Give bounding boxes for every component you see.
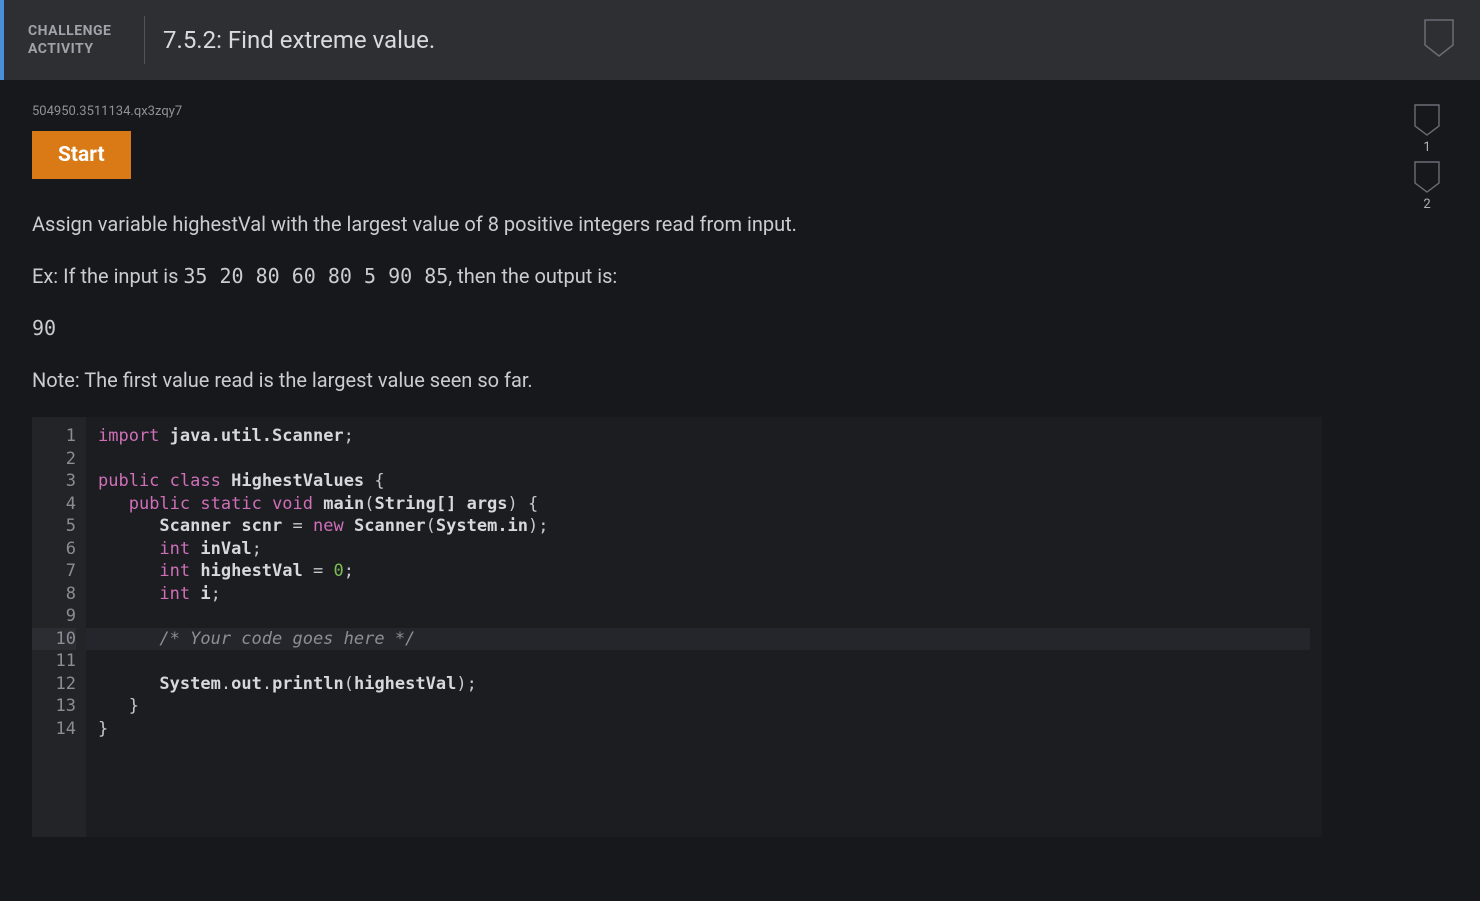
line-number: 7: [32, 560, 76, 583]
code-token: println: [272, 674, 344, 694]
instructions: Assign variable highestVal with the larg…: [32, 209, 1212, 395]
badge-line-1: CHALLENGE: [28, 22, 138, 40]
progress-step-2[interactable]: 2: [1414, 161, 1440, 212]
code-token: System: [159, 674, 220, 694]
header-shield-icon: [1424, 19, 1454, 61]
code-token: void: [272, 494, 313, 514]
code-token: scnr: [241, 516, 282, 536]
line-number: 10: [32, 628, 76, 651]
instruction-p2a: Ex: If the input is: [32, 264, 183, 288]
instruction-p1: Assign variable highestVal with the larg…: [32, 209, 1212, 239]
progress-rail: 1 2: [1414, 104, 1440, 212]
instruction-p2b: , then the output is:: [448, 264, 617, 288]
code-token: Scanner: [159, 516, 231, 536]
line-gutter: 1 2 3 4 5 6 7 8 9 10 11 12 13 14: [32, 417, 86, 837]
shield-icon: [1414, 161, 1440, 193]
code-token: main: [323, 494, 364, 514]
code-token: static: [200, 494, 261, 514]
code-token: int: [159, 584, 190, 604]
code-token: String[] args: [374, 494, 507, 514]
line-number: 11: [32, 650, 76, 673]
code-token: out: [231, 674, 262, 694]
code-token: public: [98, 471, 159, 491]
example-output: 90: [32, 313, 1212, 343]
line-number: 9: [32, 605, 76, 628]
line-number: 6: [32, 538, 76, 561]
start-button[interactable]: Start: [32, 131, 131, 179]
code-comment: /* Your code goes here */: [159, 629, 415, 649]
line-number: 12: [32, 673, 76, 696]
code-token: java.util.Scanner: [170, 426, 344, 446]
challenge-badge: CHALLENGE ACTIVITY: [28, 22, 138, 58]
challenge-header: CHALLENGE ACTIVITY 7.5.2: Find extreme v…: [0, 0, 1480, 80]
activity-hash: 504950.3511134.qx3zqy7: [32, 104, 1450, 119]
shield-icon: [1414, 104, 1440, 136]
code-token: int: [159, 539, 190, 559]
code-token: import: [98, 426, 159, 446]
line-number: 3: [32, 470, 76, 493]
instruction-p2: Ex: If the input is 35 20 80 60 80 5 90 …: [32, 261, 1212, 291]
code-token: 0: [334, 561, 344, 581]
line-number: 2: [32, 448, 76, 471]
line-number: 5: [32, 515, 76, 538]
progress-step-1[interactable]: 1: [1414, 104, 1440, 155]
code-token: System.in: [436, 516, 528, 536]
step-label: 2: [1423, 197, 1430, 212]
code-token: i: [200, 584, 210, 604]
code-editor[interactable]: 1 2 3 4 5 6 7 8 9 10 11 12 13 14 import …: [32, 417, 1322, 837]
example-input: 35 20 80 60 80 5 90 85: [183, 264, 448, 288]
code-token: class: [170, 471, 221, 491]
line-number: 1: [32, 425, 76, 448]
code-text[interactable]: import java.util.Scanner;public class Hi…: [86, 417, 1322, 837]
code-token: highestVal: [354, 674, 456, 694]
badge-line-2: ACTIVITY: [28, 40, 138, 58]
code-token: int: [159, 561, 190, 581]
challenge-title: 7.5.2: Find extreme value.: [163, 26, 435, 54]
code-token: Scanner: [354, 516, 426, 536]
instruction-note: Note: The first value read is the larges…: [32, 365, 1212, 395]
line-number: 13: [32, 695, 76, 718]
step-label: 1: [1423, 140, 1430, 155]
line-number: 14: [32, 718, 76, 741]
line-number: 4: [32, 493, 76, 516]
code-token: public: [129, 494, 190, 514]
code-token: highestVal: [200, 561, 302, 581]
line-number: 8: [32, 583, 76, 606]
content-area: 1 2 504950.3511134.qx3zqy7 Start Assign …: [0, 80, 1480, 837]
header-divider: [144, 16, 145, 64]
code-token: HighestValues: [231, 471, 364, 491]
code-token: new: [313, 516, 344, 536]
code-token: inVal: [200, 539, 251, 559]
